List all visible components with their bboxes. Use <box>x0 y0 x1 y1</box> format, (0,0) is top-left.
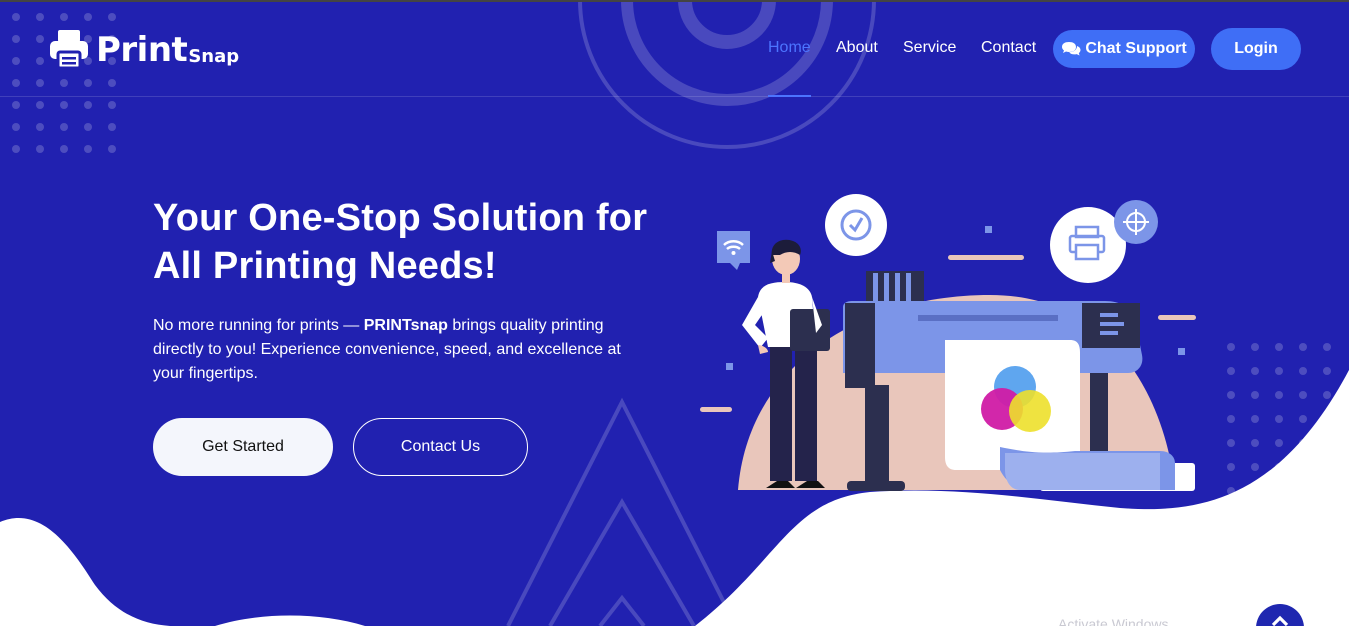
accent-line <box>1158 315 1196 320</box>
accent-line <box>948 255 1024 260</box>
printer-icon <box>50 30 88 70</box>
hero-section: Print Snap Home About Service Contact Ch… <box>0 0 1349 626</box>
nav-link-contact[interactable]: Contact <box>981 38 1036 58</box>
window-top-border <box>0 0 1349 2</box>
white-wave <box>0 517 170 626</box>
brand-name-suffix: Snap <box>188 46 240 67</box>
nav-link-service[interactable]: Service <box>903 38 956 58</box>
get-started-button[interactable]: Get Started <box>153 418 333 476</box>
active-nav-indicator <box>768 95 811 97</box>
nav-link-about[interactable]: About <box>836 38 878 58</box>
os-watermark: Activate Windows <box>1058 616 1169 626</box>
crosshair-icon <box>1114 200 1158 244</box>
chat-support-label: Chat Support <box>1085 40 1187 57</box>
wifi-icon <box>717 231 750 270</box>
hero-description-start: No more running for prints — <box>153 317 364 334</box>
brand-logo[interactable]: Print Snap <box>48 26 239 70</box>
chevron-up-icon <box>1271 615 1289 626</box>
hero-headline: Your One-Stop Solution for All Printing … <box>153 197 648 287</box>
login-button[interactable]: Login <box>1211 28 1301 70</box>
printing-illustration <box>700 194 1196 491</box>
chat-bubbles-icon <box>1062 42 1081 56</box>
hero-description-brand: PRINTsnap <box>363 317 448 334</box>
site-header: Print Snap Home About Service Contact Ch… <box>0 0 1349 97</box>
chat-support-button[interactable]: Chat Support <box>1053 30 1195 68</box>
accent-line <box>700 407 732 412</box>
contact-us-button[interactable]: Contact Us <box>353 418 528 476</box>
hero-description: No more running for prints — PRINTsnap b… <box>153 314 633 386</box>
checkmark-clock-icon <box>825 194 887 256</box>
nav-link-home[interactable]: Home <box>768 38 811 58</box>
brand-name: Print <box>96 30 188 70</box>
